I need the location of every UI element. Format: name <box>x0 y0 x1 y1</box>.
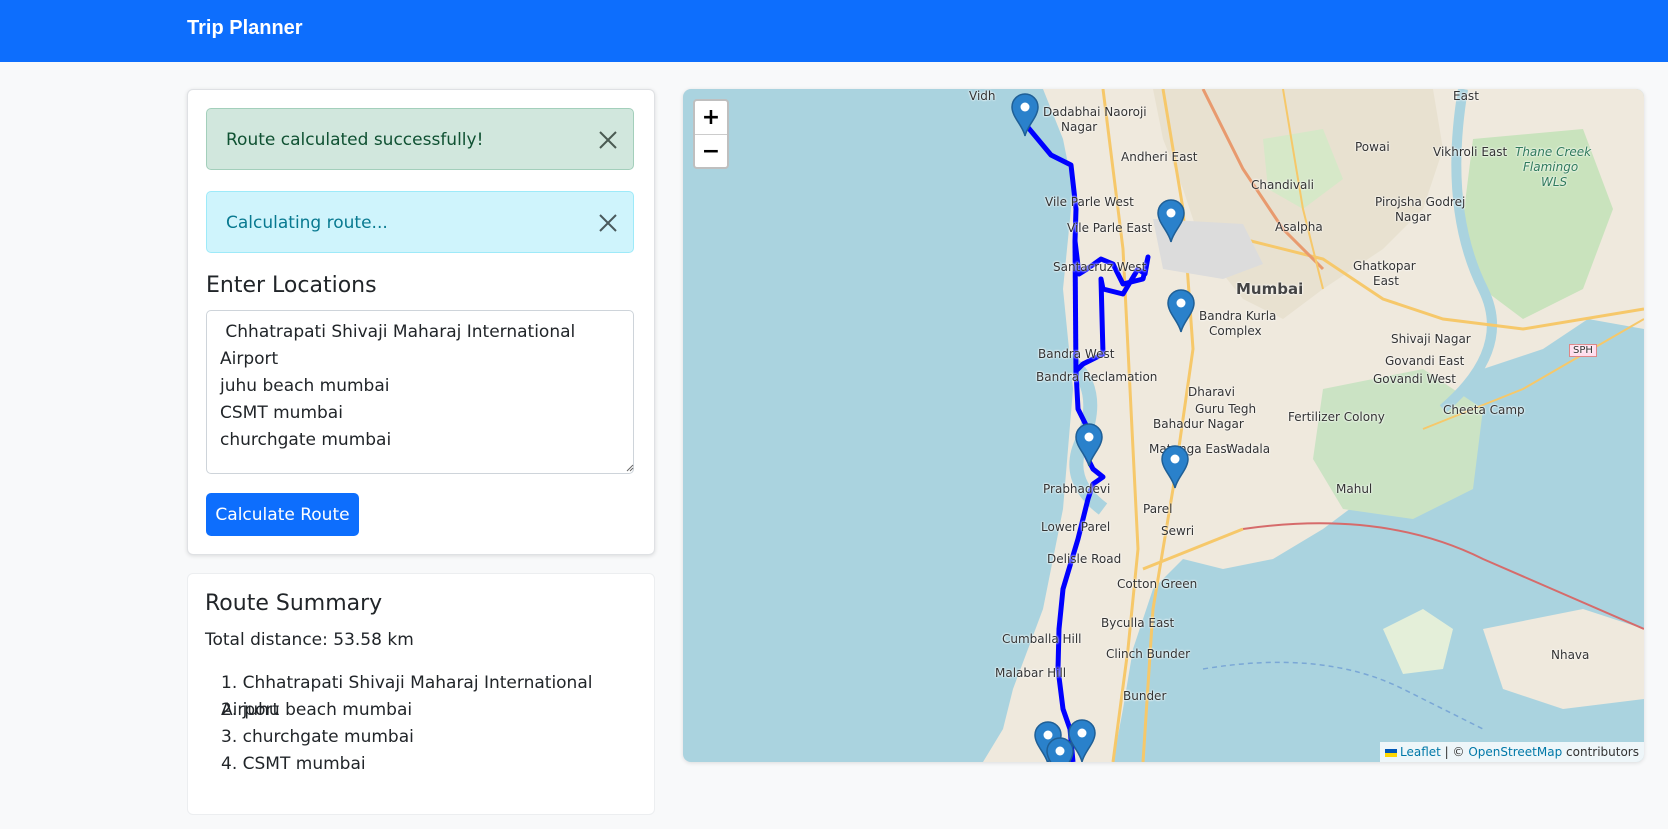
zoom-in-button[interactable]: + <box>695 101 727 135</box>
map-label: Fertilizer Colony <box>1288 410 1385 424</box>
map-label: Sewri <box>1161 524 1195 538</box>
map-label: Thane Creek <box>1515 145 1592 159</box>
map-attribution: Leaflet | © OpenStreetMap contributors <box>1380 742 1644 762</box>
map-label: Asalpha <box>1275 220 1323 234</box>
map-label: Wadala <box>1226 442 1271 456</box>
map-label: Vile Parle East <box>1067 221 1153 235</box>
close-success-alert-button[interactable] <box>597 129 619 151</box>
map-label: Bunder <box>1123 689 1167 703</box>
stop-name: CSMT mumbai <box>242 754 366 774</box>
map-label: Bandra Reclamation <box>1036 370 1158 384</box>
openstreetmap-link[interactable]: OpenStreetMap <box>1468 745 1562 759</box>
app-title[interactable]: Trip Planner <box>187 17 303 40</box>
map-label: Andheri East <box>1121 150 1198 164</box>
map-label: Chandivali <box>1251 178 1315 192</box>
map-label: Cumballa Hill <box>1002 632 1082 646</box>
map-label: Flamingo <box>1523 160 1579 174</box>
map-marker[interactable] <box>1161 445 1189 489</box>
ukraine-flag-icon <box>1385 748 1397 757</box>
map-label: Complex <box>1209 324 1262 338</box>
map-label: Bandra West <box>1038 347 1115 361</box>
map-label: Vidh <box>969 89 996 103</box>
map-label: Powai <box>1355 140 1390 154</box>
map-label: Mumbai <box>1236 280 1304 298</box>
map-label: Ghatkopar <box>1353 259 1416 273</box>
total-distance: Total distance: 53.58 km <box>205 630 414 650</box>
map-label: Cotton Green <box>1117 577 1198 591</box>
map-label: Guru Tegh <box>1195 402 1257 416</box>
close-info-alert-button[interactable] <box>597 212 619 234</box>
map-label: Cheeta Camp <box>1443 403 1525 417</box>
resize-grip-icon[interactable] <box>625 463 634 472</box>
stop-name: churchgate mumbai <box>242 727 414 747</box>
stops-list: 1. Chhatrapati Shivaji Maharaj Internati… <box>205 670 654 778</box>
route-summary-heading: Route Summary <box>205 591 383 616</box>
list-item: 3. churchgate mumbai <box>205 724 654 751</box>
route-map[interactable]: Dadabhai Naoroji Nagar Andheri East Powa… <box>683 89 1644 762</box>
map-label: Nagar <box>1395 210 1432 224</box>
locations-card: Route calculated successfully! Calculati… <box>187 89 655 555</box>
map-label: Govandi West <box>1373 372 1456 386</box>
map-label: Pirojsha Godrej <box>1375 195 1466 209</box>
map-label: Malabar Hill <box>995 666 1067 680</box>
list-item: 1. Chhatrapati Shivaji Maharaj Internati… <box>205 670 654 720</box>
attribution-suffix: contributors <box>1562 745 1639 759</box>
route-summary-card: Route Summary Total distance: 53.58 km 1… <box>187 573 655 815</box>
info-alert-text: Calculating route... <box>226 213 388 233</box>
list-item: 2. juhu beach mumbai <box>205 697 654 724</box>
stop-number: 4. <box>221 754 238 774</box>
map-pin-icon <box>1157 199 1185 243</box>
map-label: Dharavi <box>1188 385 1235 399</box>
enter-locations-heading: Enter Locations <box>206 273 377 298</box>
leaflet-link[interactable]: Leaflet <box>1400 745 1441 759</box>
stop-number: 1. <box>221 673 238 693</box>
map-marker[interactable] <box>1011 93 1039 137</box>
map-label: Lower Parel <box>1041 520 1111 534</box>
map-label: Bandra Kurla <box>1199 309 1277 323</box>
map-label: Govandi East <box>1385 354 1465 368</box>
map-marker[interactable] <box>1046 737 1074 762</box>
stop-number: 3. <box>221 727 238 747</box>
map-label: Shivaji Nagar <box>1391 332 1471 346</box>
map-pin-icon <box>1046 737 1074 762</box>
calculate-route-button[interactable]: Calculate Route <box>206 493 359 536</box>
list-item: 4. CSMT mumbai <box>205 751 654 778</box>
map-label: Clinch Bunder <box>1106 647 1191 661</box>
zoom-control: + − <box>693 99 729 169</box>
map-label: East <box>1373 274 1399 288</box>
map-label: Delisle Road <box>1047 552 1122 566</box>
map-label: Parel <box>1143 502 1173 516</box>
map-label: East <box>1453 89 1479 103</box>
info-alert: Calculating route... <box>206 191 634 253</box>
navbar: Trip Planner <box>0 0 1668 62</box>
locations-textarea[interactable] <box>206 310 634 474</box>
map-pin-icon <box>1075 423 1103 467</box>
map-label: Vile Parle West <box>1045 195 1134 209</box>
map-pin-icon <box>1011 93 1039 137</box>
map-label: Nhava <box>1551 648 1590 662</box>
success-alert: Route calculated successfully! <box>206 108 634 170</box>
zoom-out-button[interactable]: − <box>695 135 727 168</box>
map-label: SPH <box>1569 344 1597 357</box>
map-label: Vikhroli East <box>1433 145 1508 159</box>
map-marker[interactable] <box>1167 289 1195 333</box>
close-icon <box>599 131 617 149</box>
stop-number: 2. <box>221 700 238 720</box>
map-label: Mahul <box>1336 482 1373 496</box>
success-alert-text: Route calculated successfully! <box>226 130 484 150</box>
map-label: Nagar <box>1061 120 1098 134</box>
map-marker[interactable] <box>1075 423 1103 467</box>
attribution-separator: | © <box>1440 745 1469 759</box>
close-icon <box>599 214 617 232</box>
map-label: Prabhadevi <box>1043 482 1111 496</box>
map-label: WLS <box>1541 175 1568 189</box>
map-label: Dadabhai Naoroji <box>1043 105 1147 119</box>
map-label: Bahadur Nagar <box>1153 417 1244 431</box>
map-label: Santacruz West <box>1053 260 1147 274</box>
map-pin-icon <box>1161 445 1189 489</box>
map-marker[interactable] <box>1157 199 1185 243</box>
map-pin-icon <box>1167 289 1195 333</box>
stop-name: juhu beach mumbai <box>242 700 413 720</box>
map-label: Byculla East <box>1101 616 1175 630</box>
